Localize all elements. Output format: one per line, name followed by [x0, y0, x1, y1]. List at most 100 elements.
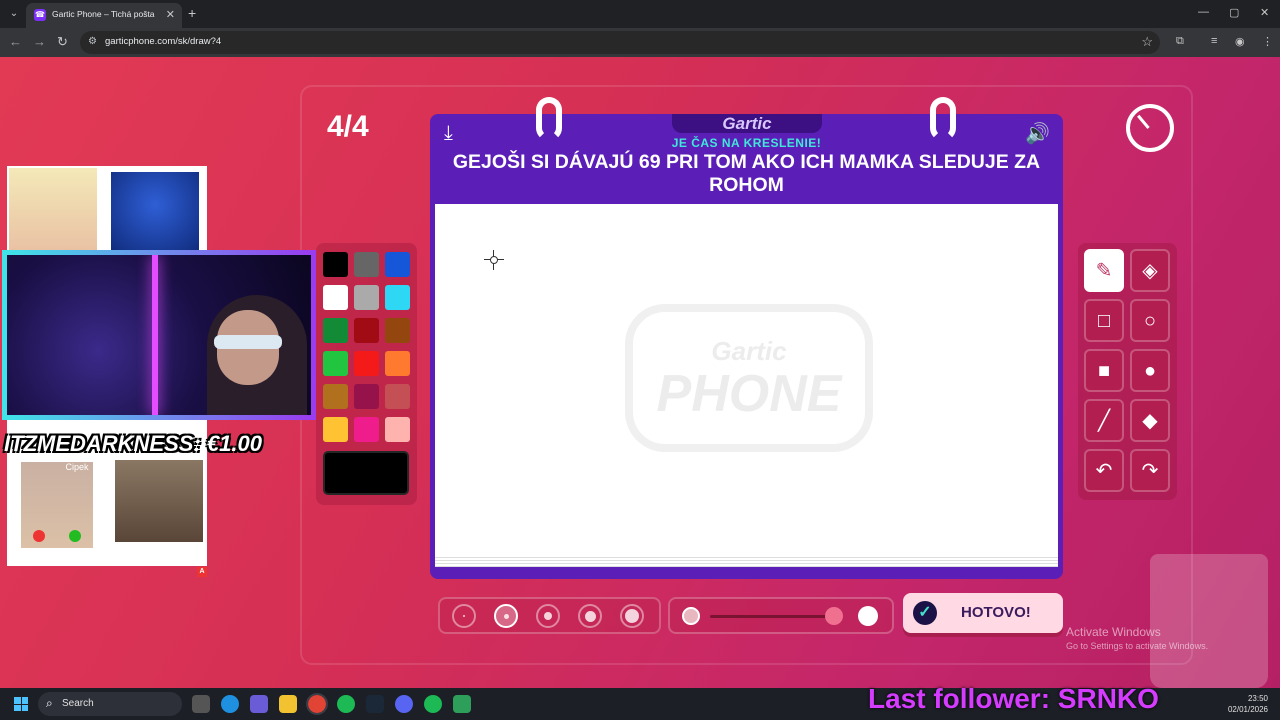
brush-size-button[interactable]	[620, 604, 644, 628]
color-swatch[interactable]	[323, 318, 348, 343]
done-label: HOTOVO!	[961, 604, 1031, 621]
gartic-phone-watermark: Gartic PHONE	[625, 304, 873, 452]
color-swatch[interactable]	[354, 351, 379, 376]
minimize-button[interactable]: —	[1198, 6, 1209, 18]
discord-icon[interactable]	[395, 695, 413, 713]
brush-size-button[interactable]	[452, 604, 476, 628]
color-swatch[interactable]	[323, 285, 348, 310]
drawing-canvas[interactable]: Gartic PHONE	[435, 204, 1058, 555]
color-swatch[interactable]	[323, 417, 348, 442]
site-info-icon[interactable]: ⚙	[88, 36, 97, 47]
done-button[interactable]: ✓ HOTOVO!	[903, 593, 1063, 633]
tab-list-button[interactable]: ⌄	[6, 6, 22, 22]
gartic-page: 4/4 Gartic ⤓ 🔊 JE ČAS NA KRESLENIE! GEJO…	[0, 57, 1280, 688]
steam-icon[interactable]	[366, 695, 384, 713]
url-text[interactable]: garticphone.com/sk/draw?4	[105, 36, 221, 47]
color-swatch[interactable]	[385, 384, 410, 409]
color-swatch[interactable]	[323, 252, 348, 277]
taskbar-search[interactable]: ⌕ Search	[38, 692, 182, 716]
maximize-button[interactable]: ▢	[1229, 6, 1239, 19]
watermark-big: PHONE	[656, 365, 842, 423]
round-counter: 4/4	[327, 110, 369, 143]
color-swatch[interactable]	[323, 384, 348, 409]
bookmark-star-icon[interactable]: ☆	[1141, 34, 1153, 50]
copilot-icon[interactable]	[250, 695, 268, 713]
paper-edge	[435, 555, 1058, 567]
fill-bucket-tool[interactable]: ◆	[1130, 399, 1170, 442]
opacity-low-icon	[682, 607, 700, 625]
blue-jersey-image	[111, 172, 199, 254]
profile-icon[interactable]: ◉	[1235, 35, 1245, 48]
clock-time: 23:50	[1247, 694, 1268, 703]
donation-alert: ITZMEDARKNESS: €1.00	[4, 431, 262, 456]
opacity-high-icon	[858, 606, 878, 626]
color-swatch[interactable]	[385, 285, 410, 310]
search-label: Search	[62, 698, 94, 709]
color-palette	[316, 243, 417, 505]
spotify-second-icon[interactable]	[424, 695, 442, 713]
back-icon[interactable]: ←	[9, 34, 22, 49]
new-tab-button[interactable]: +	[188, 5, 196, 21]
brush-size-button[interactable]	[578, 604, 602, 628]
color-swatch[interactable]	[354, 285, 379, 310]
task-view-icon[interactable]	[192, 695, 210, 713]
badge-a: A	[197, 567, 207, 577]
drawing-prompt: GEJOŠI SI DÁVAJÚ 69 PRI TOM AKO ICH MAMK…	[452, 151, 1041, 196]
brush-size-button[interactable]	[494, 604, 518, 628]
clock-date: 02/01/2026	[1227, 705, 1268, 714]
address-bar[interactable]: ⚙ garticphone.com/sk/draw?4 ☆	[80, 31, 1160, 54]
binder-ring-left	[536, 97, 562, 141]
eraser-tool[interactable]: ◈	[1130, 249, 1170, 292]
tab-close-icon[interactable]: ✕	[166, 8, 175, 21]
forward-icon[interactable]: →	[33, 34, 46, 49]
opacity-handle[interactable]	[824, 607, 843, 625]
opacity-track[interactable]	[710, 615, 840, 618]
line-tool[interactable]: ╱	[1084, 399, 1124, 442]
opacity-slider[interactable]	[668, 597, 894, 634]
taskbar-clock[interactable]: 23:50 02/01/2026	[1228, 693, 1268, 715]
chrome-icon[interactable]	[306, 693, 328, 715]
circle-fill-tool[interactable]: ●	[1130, 349, 1170, 392]
extensions-icon[interactable]: ⧉	[1176, 35, 1184, 48]
rectangle-outline-tool[interactable]: □	[1084, 299, 1124, 342]
color-swatch[interactable]	[323, 351, 348, 376]
color-swatch[interactable]	[354, 252, 379, 277]
color-swatch[interactable]	[385, 318, 410, 343]
file-explorer-icon[interactable]	[279, 695, 297, 713]
close-window-button[interactable]: ✕	[1260, 6, 1269, 19]
crosshair-cursor-icon	[484, 250, 504, 270]
phase-subtitle: JE ČAS NA KRESLENIE!	[671, 136, 822, 150]
browser-tab[interactable]: ☎ Gartic Phone – Tichá pošta ✕	[26, 3, 182, 28]
rectangle-fill-tool[interactable]: ■	[1084, 349, 1124, 392]
menu-icon[interactable]: ⋮	[1262, 35, 1273, 48]
cartoon-character-image	[9, 168, 97, 250]
undo-tool[interactable]: ↶	[1084, 449, 1124, 492]
glass-overlay	[1150, 554, 1268, 688]
search-icon: ⌕	[46, 696, 53, 710]
led-strip	[152, 255, 158, 415]
selected-color	[323, 451, 409, 495]
brush-size-selector	[438, 597, 661, 634]
media-controls-icon[interactable]: ≡	[1211, 35, 1217, 47]
prompt-header: Gartic ⤓ 🔊 JE ČAS NA KRESLENIE! GEJOŠI S…	[430, 97, 1063, 200]
color-swatch[interactable]	[385, 252, 410, 277]
pencil-tool[interactable]: ✎	[1084, 249, 1124, 292]
app-icon[interactable]	[453, 695, 471, 713]
brush-size-button[interactable]	[536, 604, 560, 628]
last-follower-overlay: Last follower: SRNKO	[868, 683, 1159, 714]
circle-outline-tool[interactable]: ○	[1130, 299, 1170, 342]
watermark-small: Gartic	[711, 336, 787, 366]
redo-tool[interactable]: ↷	[1130, 449, 1170, 492]
color-swatch[interactable]	[385, 417, 410, 442]
activate-windows-watermark: Activate Windows Go to Settings to activ…	[1066, 625, 1208, 651]
color-swatch[interactable]	[354, 384, 379, 409]
spotify-icon[interactable]	[337, 695, 355, 713]
reload-icon[interactable]: ↻	[57, 34, 68, 50]
color-swatch[interactable]	[354, 318, 379, 343]
color-swatch[interactable]	[354, 417, 379, 442]
windows-start-icon[interactable]	[14, 697, 28, 711]
tools-panel: ✎ ◈ □ ○ ■ ● ╱ ◆ ↶ ↷	[1078, 243, 1177, 500]
canvas-frame: Gartic PHONE	[430, 200, 1063, 579]
color-swatch[interactable]	[385, 351, 410, 376]
edge-icon[interactable]	[221, 695, 239, 713]
